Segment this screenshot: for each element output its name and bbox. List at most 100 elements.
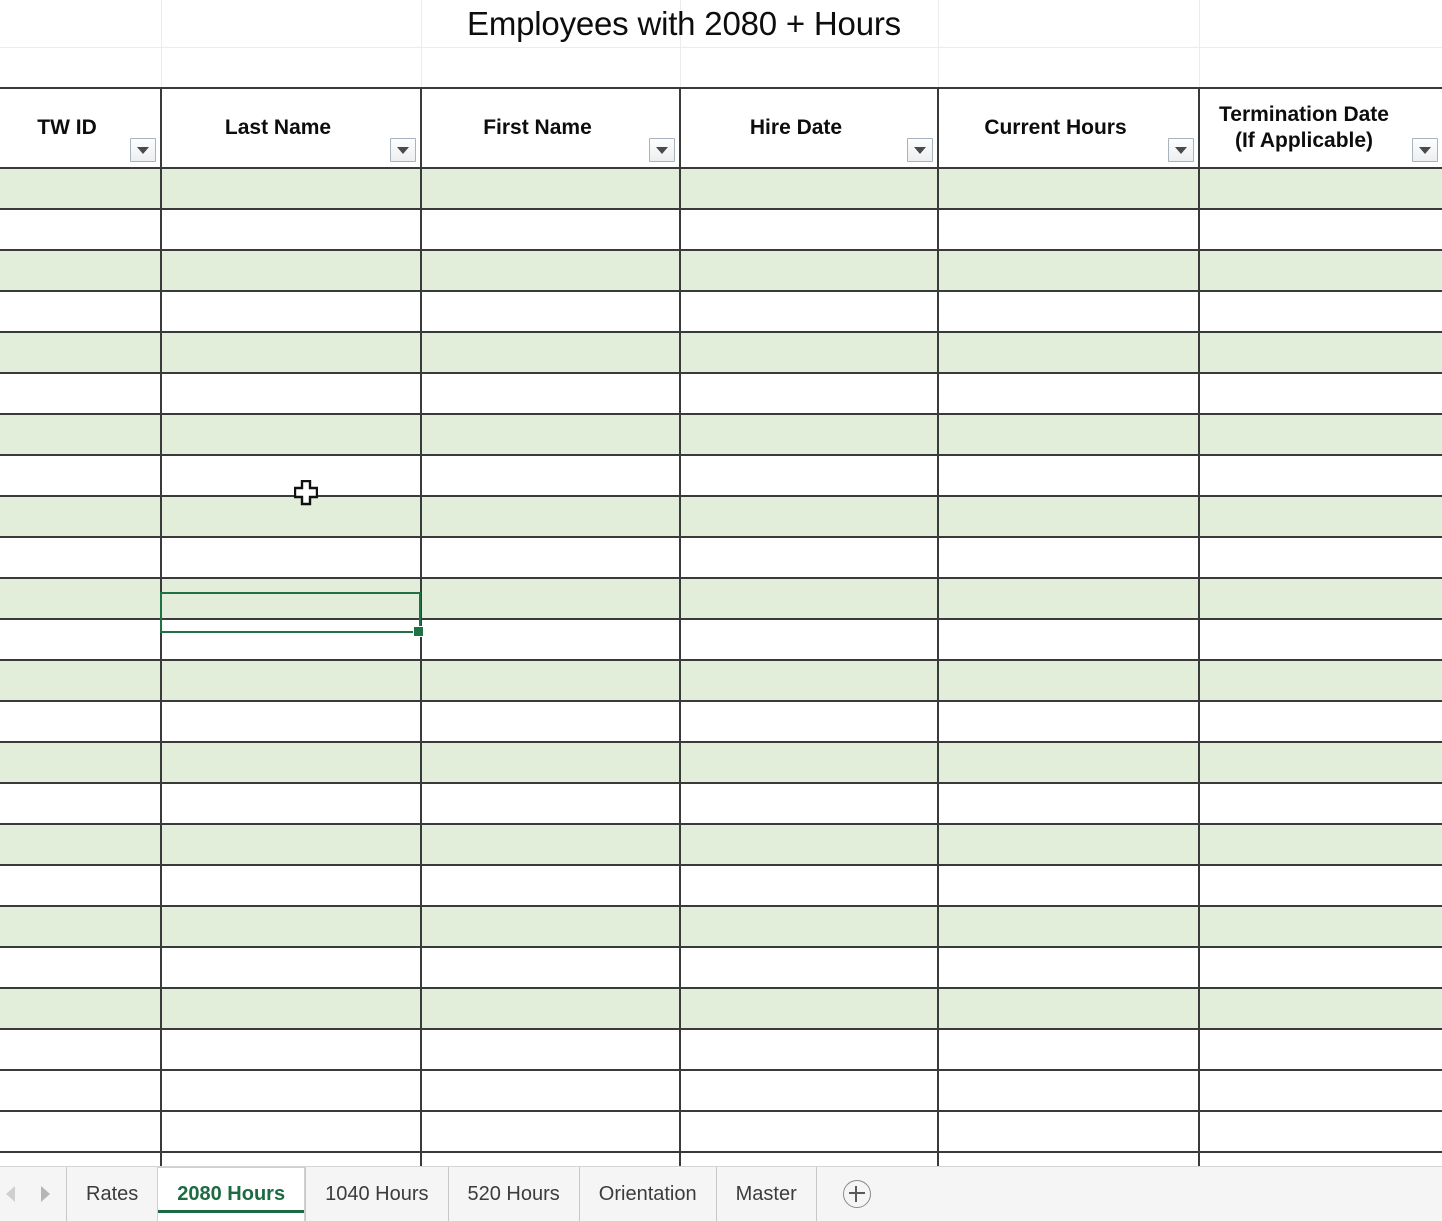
table-cell[interactable] (1198, 700, 1442, 743)
table-row[interactable] (0, 700, 1442, 743)
table-cell[interactable] (937, 1110, 1200, 1153)
table-cell[interactable] (160, 1069, 422, 1112)
table-cell[interactable] (160, 454, 422, 497)
table-cell[interactable] (420, 946, 681, 989)
sheet-tab-bar[interactable]: Rates 2080 Hours 1040 Hours 520 Hours Orient… (0, 1166, 1442, 1221)
column-header-termination-date[interactable]: Termination Date (If Applicable) (1198, 87, 1442, 169)
table-cell[interactable] (937, 577, 1200, 620)
table-cell[interactable] (0, 864, 162, 907)
table-cell[interactable] (0, 454, 162, 497)
table-cell[interactable] (0, 782, 162, 825)
table-cell[interactable] (420, 495, 681, 538)
table-cell[interactable] (0, 741, 162, 784)
spreadsheet-grid[interactable]: Employees with 2080 + Hours TW ID Last N… (0, 0, 1442, 1194)
sheet-tab-1040-hours[interactable]: 1040 Hours (305, 1167, 447, 1221)
table-cell[interactable] (420, 167, 681, 210)
table-cell[interactable] (420, 454, 681, 497)
table-cell[interactable] (937, 618, 1200, 661)
table-cell[interactable] (937, 741, 1200, 784)
table-cell[interactable] (420, 905, 681, 948)
table-cell[interactable] (679, 208, 939, 251)
table-cell[interactable] (160, 618, 422, 661)
table-cell[interactable] (937, 331, 1200, 374)
table-cell[interactable] (679, 1069, 939, 1112)
table-cell[interactable] (679, 454, 939, 497)
table-cell[interactable] (160, 372, 422, 415)
table-cell[interactable] (420, 823, 681, 866)
table-cell[interactable] (0, 167, 162, 210)
table-cell[interactable] (679, 946, 939, 989)
sheet-tabs[interactable]: Rates 2080 Hours 1040 Hours 520 Hours Orient… (66, 1167, 817, 1221)
table-cell[interactable] (160, 331, 422, 374)
plus-circle-icon[interactable] (842, 1180, 871, 1208)
table-cell[interactable] (1198, 331, 1442, 374)
chevron-down-icon[interactable] (390, 138, 416, 162)
table-cell[interactable] (679, 700, 939, 743)
table-cell[interactable] (937, 1069, 1200, 1112)
table-cell[interactable] (1198, 946, 1442, 989)
table-row[interactable] (0, 1028, 1442, 1071)
table-cell[interactable] (420, 536, 681, 579)
table-cell[interactable] (679, 372, 939, 415)
table-cell[interactable] (0, 1110, 162, 1153)
table-row[interactable] (0, 167, 1442, 210)
table-cell[interactable] (937, 987, 1200, 1030)
table-cell[interactable] (420, 782, 681, 825)
table-cell[interactable] (937, 413, 1200, 456)
table-row[interactable] (0, 413, 1442, 456)
table-cell[interactable] (160, 782, 422, 825)
table-cell[interactable] (160, 536, 422, 579)
table-cell[interactable] (937, 208, 1200, 251)
table-cell[interactable] (420, 1028, 681, 1071)
chevron-down-icon[interactable] (1168, 138, 1194, 162)
column-header-tw-id[interactable]: TW ID (0, 87, 162, 169)
table-cell[interactable] (1198, 1069, 1442, 1112)
table-cell[interactable] (160, 700, 422, 743)
table-cell[interactable] (0, 536, 162, 579)
table-cell[interactable] (679, 1110, 939, 1153)
table-cell[interactable] (1198, 249, 1442, 292)
table-cell[interactable] (937, 782, 1200, 825)
table-cell[interactable] (937, 495, 1200, 538)
chevron-down-icon[interactable] (130, 138, 156, 162)
table-cell[interactable] (1198, 372, 1442, 415)
table-cell[interactable] (1198, 905, 1442, 948)
table-cell[interactable] (1198, 659, 1442, 702)
table-cell[interactable] (937, 372, 1200, 415)
table-row[interactable] (0, 577, 1442, 620)
table-cell[interactable] (160, 864, 422, 907)
table-cell[interactable] (420, 331, 681, 374)
table-cell[interactable] (160, 577, 422, 620)
sheet-nav-arrows[interactable] (0, 1167, 66, 1221)
table-cell[interactable] (1198, 1028, 1442, 1071)
table-cell[interactable] (679, 413, 939, 456)
table-cell[interactable] (937, 1028, 1200, 1071)
table-cell[interactable] (1198, 741, 1442, 784)
table-cell[interactable] (0, 700, 162, 743)
table-cell[interactable] (0, 372, 162, 415)
sheet-tab-rates[interactable]: Rates (66, 1167, 157, 1221)
table-cell[interactable] (679, 249, 939, 292)
table-cell[interactable] (160, 823, 422, 866)
table-cell[interactable] (160, 495, 422, 538)
table-row[interactable] (0, 372, 1442, 415)
table-cell[interactable] (160, 1110, 422, 1153)
table-cell[interactable] (679, 987, 939, 1030)
triangle-right-icon[interactable] (41, 1186, 50, 1202)
table-cell[interactable] (1198, 413, 1442, 456)
table-cell[interactable] (937, 905, 1200, 948)
table-body[interactable] (0, 167, 1442, 1194)
table-cell[interactable] (420, 618, 681, 661)
column-header-current-hours[interactable]: Current Hours (937, 87, 1200, 169)
table-cell[interactable] (679, 905, 939, 948)
table-cell[interactable] (160, 290, 422, 333)
table-cell[interactable] (937, 290, 1200, 333)
table-cell[interactable] (1198, 454, 1442, 497)
table-cell[interactable] (420, 987, 681, 1030)
table-cell[interactable] (160, 208, 422, 251)
table-cell[interactable] (679, 618, 939, 661)
table-row[interactable] (0, 1110, 1442, 1153)
table-cell[interactable] (1198, 208, 1442, 251)
sheet-tab-2080-hours[interactable]: 2080 Hours (157, 1167, 306, 1221)
table-cell[interactable] (160, 987, 422, 1030)
